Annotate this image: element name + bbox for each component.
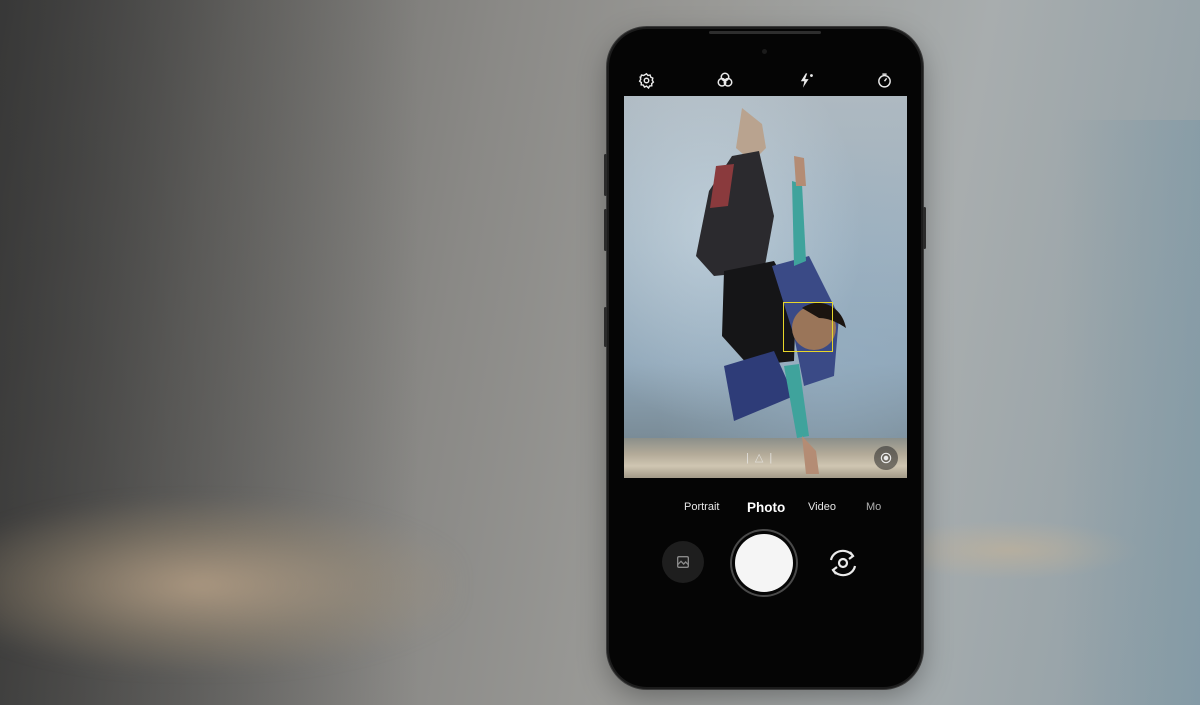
flash-auto-icon[interactable] [795, 69, 817, 91]
phone-frame: |△| Portrait Photo Video Mo [604, 29, 926, 687]
timer-icon[interactable] [873, 69, 895, 91]
mode-more[interactable]: Mo [866, 501, 881, 513]
zoom-indicator[interactable]: |△| [746, 451, 778, 464]
gallery-thumbnail-icon[interactable] [662, 541, 704, 583]
photo-subject-dancer [696, 108, 846, 474]
shutter-button[interactable] [735, 534, 793, 592]
camera-top-bar [609, 69, 921, 95]
mode-portrait[interactable]: Portrait [684, 501, 719, 513]
phone-side-button [604, 307, 607, 347]
flip-camera-icon[interactable] [824, 545, 862, 581]
phone-earpiece [709, 31, 821, 34]
background-shade-right [1060, 120, 1200, 705]
filters-icon[interactable] [714, 69, 736, 91]
face-detection-box [783, 302, 833, 352]
settings-icon[interactable] [635, 69, 657, 91]
camera-controls [609, 534, 921, 594]
front-camera [762, 49, 767, 54]
phone-power-button [923, 207, 926, 249]
blurred-background [0, 0, 1200, 705]
mode-photo[interactable]: Photo [747, 500, 785, 515]
phone-side-button [604, 209, 607, 251]
background-light-glow [0, 500, 460, 670]
mode-video[interactable]: Video [808, 501, 836, 513]
camera-mode-selector: Portrait Photo Video Mo [609, 500, 921, 523]
phone-side-button [604, 154, 607, 196]
lens-switch-icon[interactable] [874, 446, 898, 470]
camera-viewfinder[interactable]: |△| [624, 96, 907, 478]
